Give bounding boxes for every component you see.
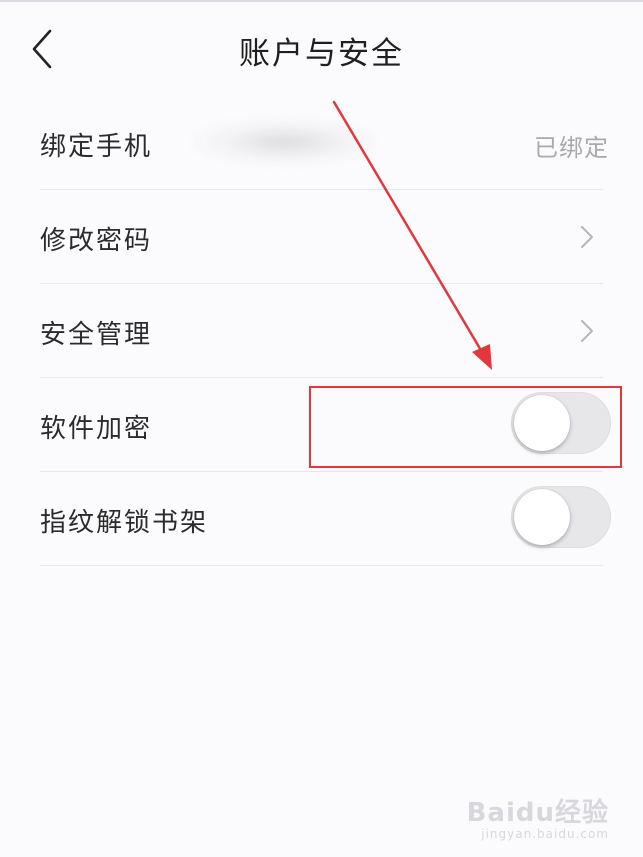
- settings-row-bind-phone[interactable]: 绑定手机 已绑定: [40, 96, 608, 190]
- fingerprint-unlock-toggle[interactable]: [511, 486, 611, 548]
- watermark-brand: Baidu经验: [466, 798, 609, 828]
- row-label: 修改密码: [40, 226, 153, 256]
- settings-list: 绑定手机 已绑定 修改密码 安全管理 软件加密 指纹解锁书架: [40, 96, 611, 566]
- bound-status: 已绑定: [534, 134, 609, 162]
- watermark: Baidu经验 jingyan.baidu.com: [467, 792, 609, 841]
- row-label: 指纹解锁书架: [40, 508, 209, 538]
- header: 账户与安全: [0, 2, 643, 94]
- settings-row-software-encryption: 软件加密: [40, 378, 611, 472]
- settings-row-fingerprint-unlock: 指纹解锁书架: [40, 472, 611, 566]
- chevron-right-icon: [581, 226, 593, 248]
- settings-row-change-password[interactable]: 修改密码: [40, 190, 603, 284]
- software-encryption-toggle[interactable]: [511, 392, 611, 454]
- blurred-phone-number: [190, 118, 380, 166]
- chevron-right-icon: [581, 320, 593, 342]
- page-title: 账户与安全: [239, 36, 404, 72]
- toggle-knob: [514, 489, 570, 545]
- row-label: 安全管理: [40, 320, 153, 350]
- row-label: 软件加密: [40, 414, 153, 444]
- watermark-url: jingyan.baidu.com: [481, 827, 609, 841]
- settings-row-security-management[interactable]: 安全管理: [40, 284, 603, 378]
- toggle-knob: [514, 395, 570, 451]
- row-label: 绑定手机: [40, 132, 153, 162]
